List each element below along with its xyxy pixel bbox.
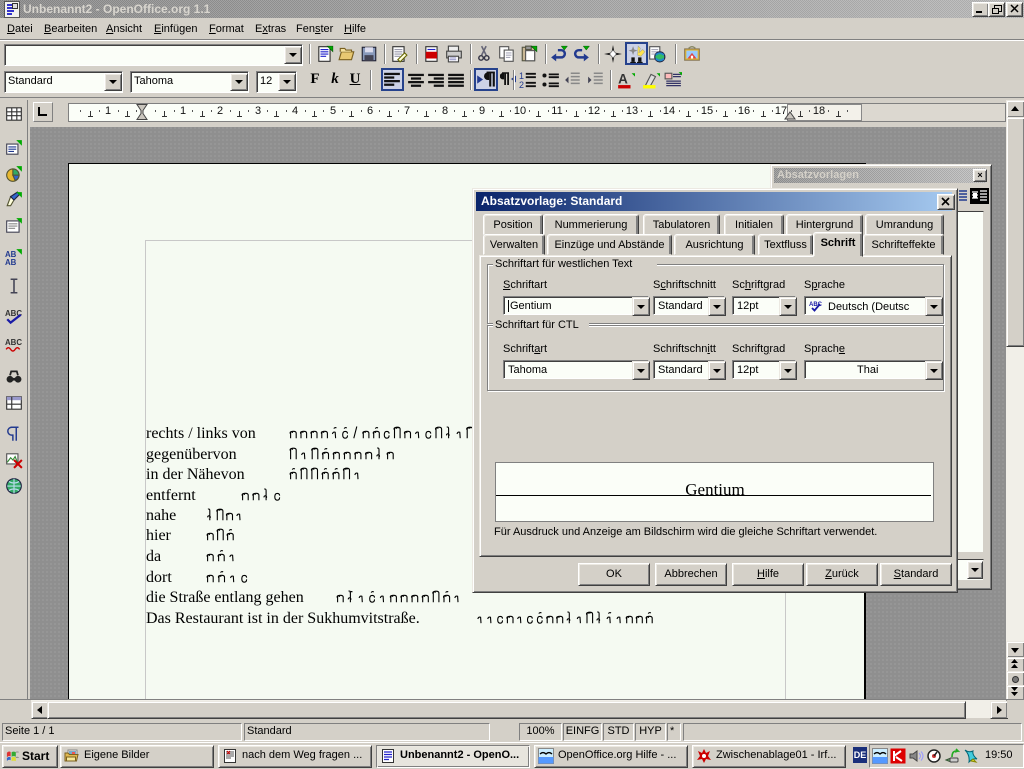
svg-text:AB: AB bbox=[5, 258, 17, 266]
svg-text:ABC: ABC bbox=[5, 338, 22, 347]
svg-text:A: A bbox=[618, 71, 628, 86]
svg-text:2: 2 bbox=[519, 80, 524, 89]
svg-text:ABC: ABC bbox=[809, 302, 823, 308]
